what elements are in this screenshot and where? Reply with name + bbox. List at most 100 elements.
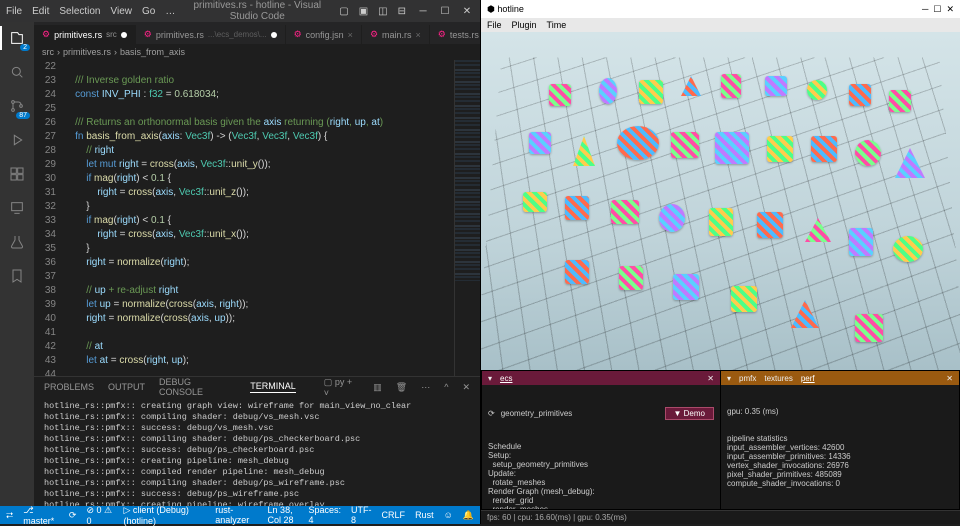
feedback-icon[interactable]: ☺	[444, 510, 453, 520]
primitive-mesh[interactable]	[673, 274, 699, 300]
terminal-profile[interactable]: ▢ py + ˅	[324, 377, 359, 398]
breadcrumb-seg[interactable]: src	[42, 47, 54, 57]
primitive-mesh[interactable]	[619, 266, 643, 290]
win-minimize[interactable]: ─	[922, 4, 928, 14]
primitive-mesh[interactable]	[855, 314, 883, 342]
menu-go[interactable]: Go	[142, 6, 155, 17]
maximize-button[interactable]: ☐	[438, 6, 452, 17]
panel-close-icon[interactable]: ✕	[946, 374, 953, 383]
layout-icon-3[interactable]: ◫	[378, 6, 387, 17]
collapse-icon[interactable]: ▾	[727, 374, 731, 383]
editor-tab[interactable]: ⚙config.jsn×	[286, 25, 362, 44]
primitive-mesh[interactable]	[715, 132, 749, 164]
primitive-mesh[interactable]	[889, 90, 911, 112]
testing-icon[interactable]	[7, 232, 27, 252]
editor-tab[interactable]: ⚙primitives.rssrc	[34, 25, 136, 44]
rust-analyzer[interactable]: rust-analyzer	[215, 505, 257, 525]
menu-file[interactable]: File	[6, 6, 22, 17]
kill-terminal-icon[interactable]: 🗑	[396, 382, 407, 393]
editor-tab[interactable]: ⚙main.rs×	[362, 25, 430, 44]
primitive-mesh[interactable]	[721, 74, 741, 98]
collapse-icon[interactable]: ▾	[488, 374, 492, 383]
primitive-mesh[interactable]	[893, 236, 923, 262]
search-icon[interactable]	[7, 62, 27, 82]
code-editor[interactable]: 2223242526272829303132333435363738394041…	[34, 60, 480, 376]
win-maximize[interactable]: ☐	[933, 4, 941, 15]
cursor-position[interactable]: Ln 38, Col 28	[268, 505, 299, 525]
menu-edit[interactable]: Edit	[32, 6, 49, 17]
close-button[interactable]: ✕	[460, 6, 474, 17]
breadcrumb-seg[interactable]: basis_from_axis	[120, 47, 185, 57]
panel-close-icon[interactable]: ✕	[707, 374, 714, 383]
menu-more[interactable]: …	[165, 6, 175, 17]
source-control-icon[interactable]: 87	[7, 96, 27, 116]
remote-indicator[interactable]: ⮂	[6, 510, 13, 521]
primitive-mesh[interactable]	[611, 200, 639, 224]
panel-tab-output[interactable]: OUTPUT	[108, 382, 145, 392]
layout-icon-4[interactable]: ⊟	[398, 6, 406, 17]
editor-tab[interactable]: ⚙primitives.rs...\ecs_demos\...	[136, 25, 286, 44]
primitive-mesh[interactable]	[549, 84, 571, 106]
reload-icon[interactable]: ⟳	[488, 409, 495, 418]
breadcrumb[interactable]: src› primitives.rs› basis_from_axis	[34, 44, 480, 60]
panel-tab-terminal[interactable]: TERMINAL	[250, 381, 296, 393]
pmfx-tab[interactable]: pmfx	[739, 374, 756, 383]
remote-icon[interactable]	[7, 198, 27, 218]
explorer-icon[interactable]: 2	[7, 28, 27, 48]
primitive-mesh[interactable]	[767, 136, 793, 162]
primitive-mesh[interactable]	[639, 80, 663, 104]
minimap[interactable]	[454, 60, 480, 376]
primitive-mesh[interactable]	[709, 208, 733, 236]
win-close[interactable]: ✕	[946, 4, 954, 15]
primitive-mesh[interactable]	[807, 80, 827, 100]
indent[interactable]: Spaces: 4	[309, 505, 342, 525]
menu-plugin[interactable]: Plugin	[512, 20, 537, 30]
primitive-mesh[interactable]	[617, 126, 659, 160]
more-icon[interactable]: ⋯	[421, 382, 430, 393]
primitive-mesh[interactable]	[765, 76, 787, 96]
primitive-mesh[interactable]	[855, 140, 881, 166]
debug-icon[interactable]	[7, 130, 27, 150]
maximize-panel-icon[interactable]: ^	[444, 382, 448, 392]
primitive-mesh[interactable]	[523, 192, 547, 212]
primitive-mesh[interactable]	[529, 132, 551, 154]
primitive-mesh[interactable]	[565, 260, 589, 284]
ecs-tab[interactable]: ecs	[500, 374, 512, 383]
bookmark-icon[interactable]	[7, 266, 27, 286]
minimize-button[interactable]: ─	[416, 6, 430, 17]
terminal-output[interactable]: hotline_rs::pmfx:: creating graph view: …	[34, 397, 480, 506]
primitive-mesh[interactable]	[849, 228, 873, 256]
errors-warnings[interactable]: ⊘ 0 ⚠ 0	[86, 505, 113, 526]
demo-dropdown[interactable]: ▼ Demo	[665, 407, 714, 420]
breadcrumb-seg[interactable]: primitives.rs	[63, 47, 111, 57]
primitive-mesh[interactable]	[599, 78, 617, 104]
perf-tab[interactable]: perf	[801, 374, 815, 383]
viewport-3d[interactable]	[481, 32, 960, 370]
panel-tab-problems[interactable]: PROBLEMS	[44, 382, 94, 392]
primitive-mesh[interactable]	[671, 132, 699, 158]
panel-tab-debug[interactable]: DEBUG CONSOLE	[159, 377, 236, 397]
eol[interactable]: CRLF	[382, 510, 406, 520]
primitive-mesh[interactable]	[757, 212, 783, 238]
sync-icon[interactable]: ⟳	[69, 510, 77, 521]
textures-tab[interactable]: textures	[764, 374, 792, 383]
menu-time[interactable]: Time	[547, 20, 567, 30]
primitive-mesh[interactable]	[731, 286, 757, 312]
split-terminal-icon[interactable]: ▥	[373, 382, 382, 393]
layout-icon-2[interactable]: ▣	[359, 6, 368, 17]
primitive-mesh[interactable]	[565, 196, 589, 220]
language-mode[interactable]: Rust	[415, 510, 434, 520]
git-branch[interactable]: ⎇ master*	[23, 505, 59, 526]
extensions-icon[interactable]	[7, 164, 27, 184]
run-target[interactable]: ▷ client (Debug) (hotline)	[123, 505, 205, 526]
menu-view[interactable]: View	[111, 6, 133, 17]
primitive-mesh[interactable]	[849, 84, 871, 106]
menu-selection[interactable]: Selection	[59, 6, 100, 17]
layout-icon[interactable]: ▢	[339, 6, 348, 17]
primitive-mesh[interactable]	[811, 136, 837, 162]
menu-file[interactable]: File	[487, 20, 502, 30]
primitive-mesh[interactable]	[659, 204, 685, 232]
encoding[interactable]: UTF-8	[351, 505, 372, 525]
close-panel-icon[interactable]: ✕	[462, 382, 470, 393]
notifications-icon[interactable]: 🔔	[463, 510, 474, 521]
